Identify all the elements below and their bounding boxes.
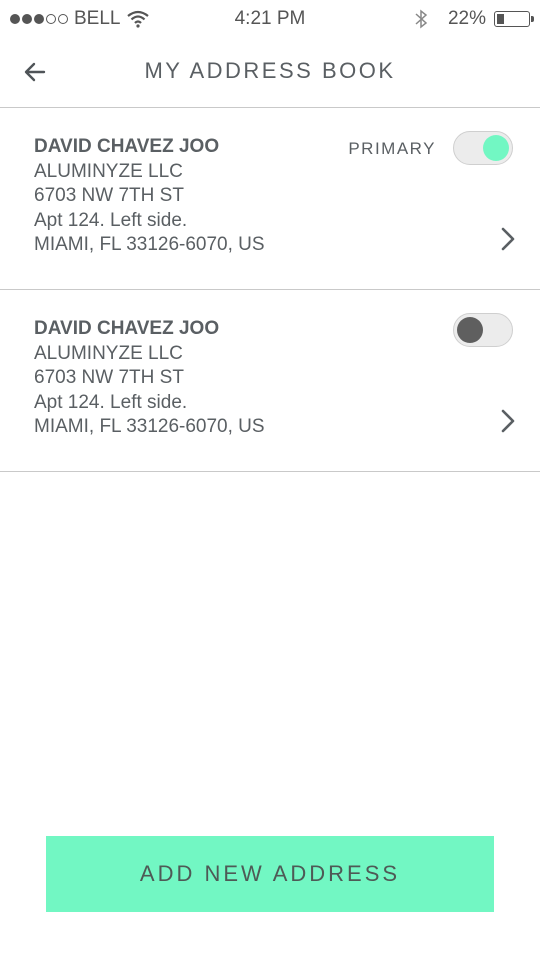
address-company: ALUMINYZE LLC — [34, 160, 183, 182]
address-street: 6703 NW 7TH ST — [34, 367, 184, 388]
chevron-right-icon[interactable] — [500, 226, 516, 252]
status-bar: BELL 4:21 PM 22% — [0, 0, 540, 38]
primary-toggle[interactable] — [453, 131, 513, 165]
address-details: DAVID CHAVEZ JOO ALUMINYZE LLC 6703 NW 7… — [34, 317, 265, 440]
address-name: DAVID CHAVEZ JOO — [34, 136, 220, 157]
add-new-address-button[interactable]: ADD NEW ADDRESS — [46, 836, 494, 912]
address-name: DAVID CHAVEZ JOO — [34, 318, 220, 339]
battery-icon — [494, 11, 534, 27]
address-list: DAVID CHAVEZ JOO ALUMINYZE LLC 6703 NW 7… — [0, 108, 540, 472]
battery-level — [497, 14, 504, 24]
address-company: ALUMINYZE LLC — [34, 342, 183, 364]
nav-header: MY ADDRESS BOOK — [0, 38, 540, 108]
address-city: MIAMI, FL 33126-6070, US — [34, 234, 265, 255]
bluetooth-icon — [415, 9, 428, 29]
toggle-knob — [457, 317, 483, 343]
primary-toggle[interactable] — [453, 313, 513, 347]
toggle-knob — [483, 135, 509, 161]
address-unit: Apt 124. Left side. — [34, 209, 188, 231]
page-title: MY ADDRESS BOOK — [144, 58, 396, 83]
address-details: DAVID CHAVEZ JOO ALUMINYZE LLC 6703 NW 7… — [34, 135, 265, 258]
primary-label: PRIMARY — [348, 139, 436, 158]
status-right: 22% — [414, 6, 534, 32]
address-city: MIAMI, FL 33126-6070, US — [34, 416, 265, 437]
address-card[interactable]: DAVID CHAVEZ JOO ALUMINYZE LLC 6703 NW 7… — [0, 108, 540, 290]
address-street: 6703 NW 7TH ST — [34, 185, 184, 206]
address-card[interactable]: DAVID CHAVEZ JOO ALUMINYZE LLC 6703 NW 7… — [0, 290, 540, 472]
chevron-right-icon[interactable] — [500, 408, 516, 434]
battery-percent: 22% — [447, 8, 486, 29]
address-unit: Apt 124. Left side. — [34, 391, 188, 413]
